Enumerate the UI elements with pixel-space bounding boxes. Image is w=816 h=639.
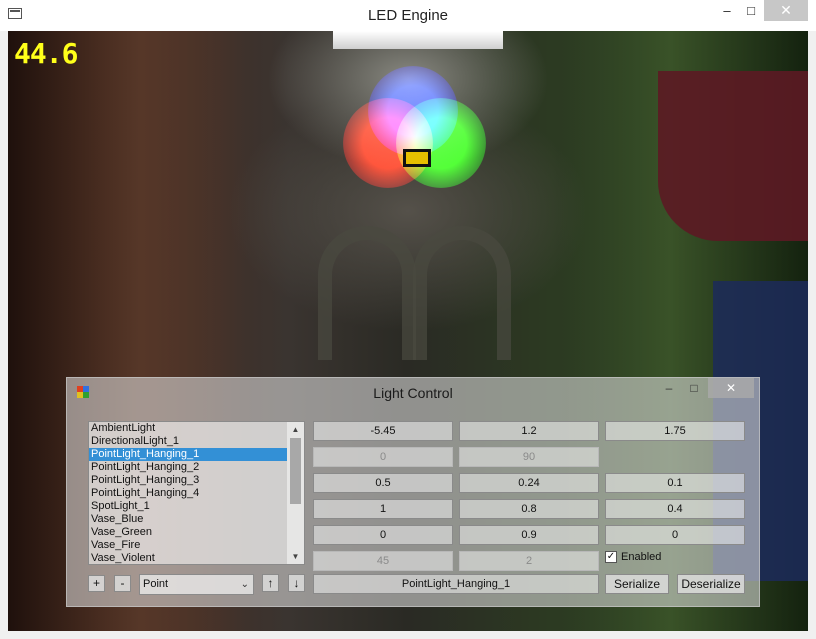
list-item[interactable]: DirectionalLight_1 [89, 435, 287, 448]
move-down-button[interactable]: ↓ [288, 574, 305, 592]
position-z-field[interactable]: 1.75 [605, 421, 745, 441]
secondary-g-field[interactable]: 0.9 [459, 525, 599, 545]
close-button[interactable]: ✕ [764, 0, 808, 21]
title-bar: LED Engine ‒ □ ✕ [0, 0, 816, 31]
spot-exponent-field: 2 [459, 551, 599, 571]
green-light-spot [396, 98, 486, 188]
enabled-label: Enabled [621, 551, 662, 563]
hanging-lamp [403, 149, 431, 167]
remove-light-button[interactable]: - [114, 575, 131, 592]
list-item[interactable]: PointLight_Hanging_3 [89, 474, 287, 487]
list-item[interactable]: Vase_Violent [89, 552, 287, 564]
light-type-select[interactable]: Point ⌄ [139, 574, 254, 595]
list-item[interactable]: SpotLight_1 [89, 500, 287, 513]
list-item[interactable]: PointLight_Hanging_4 [89, 487, 287, 500]
list-item[interactable]: Vase_Fire [89, 539, 287, 552]
attenuation-constant-field[interactable]: 0.5 [313, 473, 453, 493]
chevron-down-icon: ⌄ [240, 579, 249, 590]
sky-opening [333, 31, 503, 49]
light-list[interactable]: AmbientLight DirectionalLight_1 PointLig… [88, 421, 305, 565]
secondary-b-field[interactable]: 0 [605, 525, 745, 545]
list-item[interactable]: Vase_Blue [89, 513, 287, 526]
color-g-field[interactable]: 0.8 [459, 499, 599, 519]
dialog-close-button[interactable]: ✕ [708, 378, 754, 398]
scroll-down-icon[interactable]: ▼ [287, 549, 304, 564]
light-type-value: Point [143, 578, 169, 590]
position-y-field[interactable]: 1.2 [459, 421, 599, 441]
light-control-dialog: Light Control ‒ □ ✕ AmbientLight Directi… [66, 377, 760, 607]
list-scrollbar[interactable]: ▲ ▼ [287, 422, 304, 564]
serialize-button[interactable]: Serialize [605, 574, 669, 594]
direction-y-field: 90 [459, 447, 599, 467]
add-light-button[interactable]: + [88, 575, 105, 592]
list-item[interactable]: Vase_Green [89, 526, 287, 539]
light-name-field[interactable]: PointLight_Hanging_1 [313, 574, 599, 594]
position-x-field[interactable]: -5.45 [313, 421, 453, 441]
dialog-minimize-button[interactable]: ‒ [657, 378, 681, 398]
fps-counter: 44.6 [14, 37, 78, 70]
enabled-checkbox[interactable]: ✓ [605, 551, 617, 563]
deserialize-button[interactable]: Deserialize [677, 574, 745, 594]
color-b-field[interactable]: 0.4 [605, 499, 745, 519]
attenuation-linear-field[interactable]: 0.24 [459, 473, 599, 493]
minimize-button[interactable]: ‒ [713, 0, 741, 21]
dialog-maximize-button[interactable]: □ [684, 378, 704, 398]
dialog-title: Light Control [373, 385, 453, 401]
maximize-button[interactable]: □ [741, 0, 761, 21]
secondary-r-field[interactable]: 0 [313, 525, 453, 545]
color-r-field[interactable]: 1 [313, 499, 453, 519]
window-title: LED Engine [367, 7, 449, 24]
move-up-button[interactable]: ↑ [262, 574, 279, 592]
scroll-thumb[interactable] [290, 438, 301, 504]
direction-x-field: 0 [313, 447, 453, 467]
arch-right [413, 226, 511, 360]
spot-angle-field: 45 [313, 551, 453, 571]
list-item[interactable]: AmbientLight [89, 422, 287, 435]
arch-left [318, 226, 416, 360]
list-item[interactable]: PointLight_Hanging_2 [89, 461, 287, 474]
red-curtain [658, 71, 808, 241]
attenuation-quadratic-field[interactable]: 0.1 [605, 473, 745, 493]
scroll-up-icon[interactable]: ▲ [287, 422, 304, 437]
enabled-checkbox-row[interactable]: ✓ Enabled [605, 551, 661, 563]
list-item-selected[interactable]: PointLight_Hanging_1 [89, 448, 287, 461]
